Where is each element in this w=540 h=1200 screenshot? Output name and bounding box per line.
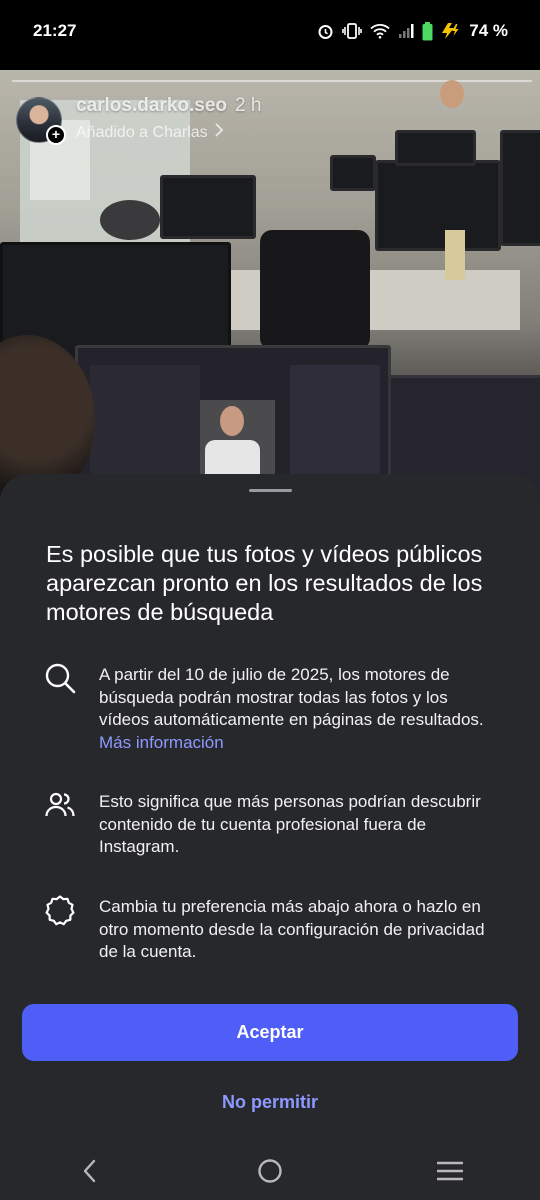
person-background: [440, 80, 464, 108]
preview-person-head: [220, 406, 244, 436]
vibrate-icon: [342, 23, 363, 39]
add-story-plus-icon[interactable]: +: [46, 125, 66, 145]
info-text-search: A partir del 10 de julio de 2025, los mo…: [99, 664, 489, 754]
accept-button[interactable]: Aceptar: [22, 1004, 518, 1061]
added-to-label: Añadido a Charlas: [76, 123, 208, 141]
water-bottle: [445, 230, 465, 280]
status-bar: 21:27 74 %: [0, 0, 540, 62]
signal-icon: [398, 23, 414, 39]
story-meta: carlos.darko.seo 2 h Añadido a Charlas: [76, 95, 261, 142]
info-text-settings: Cambia tu preferencia más abajo ahora o …: [99, 897, 485, 961]
recents-icon[interactable]: [420, 1142, 480, 1200]
background-monitor: [395, 130, 476, 166]
person-head-background: [100, 200, 160, 240]
story-header: + carlos.darko.seo 2 h Añadido a Charlas: [16, 95, 261, 145]
chevron-right-icon: [214, 123, 224, 142]
background-monitor: [375, 160, 501, 251]
battery-icon: [422, 21, 433, 41]
home-icon[interactable]: [240, 1142, 300, 1200]
background-monitor: [500, 130, 540, 246]
info-text-people: Esto significa que más personas podrían …: [99, 792, 481, 856]
sheet-title: Es posible que tus fotos y vídeos públic…: [46, 541, 483, 625]
info-text-search-body: A partir del 10 de julio de 2025, los mo…: [99, 665, 484, 729]
back-icon[interactable]: [60, 1142, 120, 1200]
avatar[interactable]: +: [16, 97, 66, 145]
wifi-icon: [370, 23, 390, 39]
info-item-settings: Cambia tu preferencia más abajo ahora o …: [44, 894, 504, 964]
background-monitor: [330, 155, 376, 191]
background-monitor: [160, 175, 256, 239]
charging-icon: [441, 22, 461, 40]
people-icon: [44, 789, 76, 821]
status-icons: 74 %: [317, 21, 508, 41]
settings-gear-icon: [44, 894, 76, 926]
info-item-people: Esto significa que más personas podrían …: [44, 791, 504, 859]
sheet-drag-handle[interactable]: [249, 489, 292, 492]
added-to-highlight[interactable]: Añadido a Charlas: [76, 123, 261, 142]
deny-button[interactable]: No permitir: [170, 1085, 370, 1119]
username-row[interactable]: carlos.darko.seo 2 h: [76, 95, 261, 117]
story-viewer[interactable]: + carlos.darko.seo 2 h Añadido a Charlas: [0, 70, 540, 530]
search-visibility-sheet: Es posible que tus fotos y vídeos públic…: [0, 474, 540, 1142]
search-icon: [44, 662, 76, 694]
more-info-link[interactable]: Más información: [99, 733, 224, 752]
preview-person-body: [205, 440, 260, 475]
office-chair: [260, 230, 370, 350]
story-time: 2 h: [235, 95, 262, 116]
alarm-icon: [317, 23, 334, 40]
status-time: 21:27: [33, 21, 77, 40]
system-navigation-bar: [0, 1142, 540, 1200]
battery-percent: 74 %: [469, 21, 508, 40]
username[interactable]: carlos.darko.seo: [76, 95, 227, 116]
info-item-search: A partir del 10 de julio de 2025, los mo…: [44, 662, 504, 754]
